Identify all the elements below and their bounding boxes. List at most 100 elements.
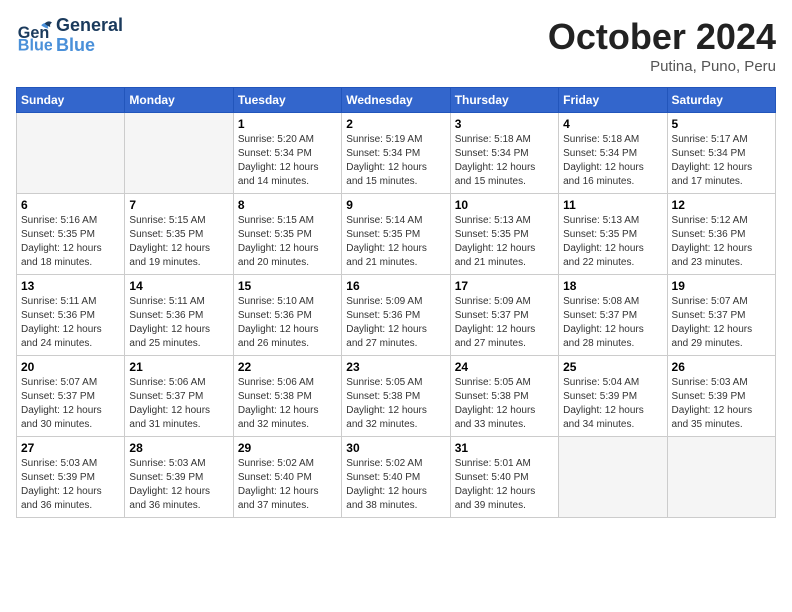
day-sun-info: Sunrise: 5:18 AMSunset: 5:34 PMDaylight:… — [563, 133, 662, 189]
calendar-cell: 14Sunrise: 5:11 AMSunset: 5:36 PMDayligh… — [125, 275, 233, 356]
day-sun-info: Sunrise: 5:09 AMSunset: 5:36 PMDaylight:… — [346, 295, 445, 351]
calendar-table: SundayMondayTuesdayWednesdayThursdayFrid… — [16, 87, 776, 518]
title-block: October 2024 Putina, Puno, Peru — [548, 16, 776, 75]
calendar-cell: 31 Sunrise: 5:01 AMSunset: 5:40 PMDayligh… — [450, 437, 558, 518]
day-sun-info: Sunrise: 5:15 AMSunset: 5:35 PMDaylight:… — [129, 214, 228, 270]
day-number: 16 — [346, 279, 445, 293]
day-number: 24 — [455, 360, 554, 374]
calendar-cell: 2 Sunrise: 5:19 AMSunset: 5:34 PMDaylight… — [342, 113, 450, 194]
calendar-cell: 17 Sunrise: 5:09 AMSunset: 5:37 PMDayligh… — [450, 275, 558, 356]
day-sun-info: Sunrise: 5:19 AMSunset: 5:34 PMDaylight:… — [346, 133, 445, 189]
day-sun-info: Sunrise: 5:20 AMSunset: 5:34 PMDaylight:… — [238, 133, 337, 189]
day-sun-info: Sunrise: 5:02 AMSunset: 5:40 PMDaylight:… — [238, 457, 337, 513]
day-sun-info: Sunrise: 5:12 AMSunset: 5:36 PMDaylight:… — [672, 214, 771, 270]
calendar-cell: 9Sunrise: 5:14 AMSunset: 5:35 PMDaylight… — [342, 194, 450, 275]
calendar-cell: 21Sunrise: 5:06 AMSunset: 5:37 PMDayligh… — [125, 356, 233, 437]
day-number: 13 — [21, 279, 120, 293]
logo: Gen Blue General Blue — [16, 16, 123, 56]
weekday-header-wednesday: Wednesday — [342, 88, 450, 113]
day-number: 3 — [455, 117, 554, 131]
calendar-cell — [559, 437, 667, 518]
calendar-cell: 29Sunrise: 5:02 AMSunset: 5:40 PMDayligh… — [233, 437, 341, 518]
day-sun-info: Sunrise: 5:04 AMSunset: 5:39 PMDaylight:… — [563, 376, 662, 432]
day-sun-info: Sunrise: 5:16 AMSunset: 5:35 PMDaylight:… — [21, 214, 120, 270]
calendar-cell: 19 Sunrise: 5:07 AMSunset: 5:37 PMDayligh… — [667, 275, 775, 356]
calendar-cell — [17, 113, 125, 194]
calendar-cell: 6Sunrise: 5:16 AMSunset: 5:35 PMDaylight… — [17, 194, 125, 275]
weekday-header-monday: Monday — [125, 88, 233, 113]
day-sun-info: Sunrise: 5:03 AMSunset: 5:39 PMDaylight:… — [21, 457, 120, 513]
weekday-header-friday: Friday — [559, 88, 667, 113]
svg-text:Blue: Blue — [18, 36, 52, 54]
calendar-cell: 1 Sunrise: 5:20 AMSunset: 5:34 PMDaylight… — [233, 113, 341, 194]
calendar-cell: 22 Sunrise: 5:06 AMSunset: 5:38 PMDayligh… — [233, 356, 341, 437]
day-number: 19 — [672, 279, 771, 293]
day-number: 30 — [346, 441, 445, 455]
location-subtitle: Putina, Puno, Peru — [548, 58, 776, 75]
calendar-cell: 13 Sunrise: 5:11 AMSunset: 5:36 PMDayligh… — [17, 275, 125, 356]
day-number: 27 — [21, 441, 120, 455]
day-number: 8 — [238, 198, 337, 212]
calendar-cell: 10Sunrise: 5:13 AMSunset: 5:35 PMDayligh… — [450, 194, 558, 275]
weekday-header-saturday: Saturday — [667, 88, 775, 113]
day-sun-info: Sunrise: 5:17 AMSunset: 5:34 PMDaylight:… — [672, 133, 771, 189]
day-sun-info: Sunrise: 5:05 AMSunset: 5:38 PMDaylight:… — [455, 376, 554, 432]
day-number: 11 — [563, 198, 662, 212]
month-title: October 2024 — [548, 16, 776, 58]
day-number: 1 — [238, 117, 337, 131]
calendar-cell — [125, 113, 233, 194]
calendar-week-row: 27 Sunrise: 5:03 AMSunset: 5:39 PMDayligh… — [17, 437, 776, 518]
day-number: 23 — [346, 360, 445, 374]
calendar-cell: 27 Sunrise: 5:03 AMSunset: 5:39 PMDayligh… — [17, 437, 125, 518]
calendar-cell: 25Sunrise: 5:04 AMSunset: 5:39 PMDayligh… — [559, 356, 667, 437]
day-sun-info: Sunrise: 5:05 AMSunset: 5:38 PMDaylight:… — [346, 376, 445, 432]
calendar-cell: 12 Sunrise: 5:12 AMSunset: 5:36 PMDayligh… — [667, 194, 775, 275]
calendar-cell: 18 Sunrise: 5:08 AMSunset: 5:37 PMDayligh… — [559, 275, 667, 356]
day-sun-info: Sunrise: 5:01 AMSunset: 5:40 PMDaylight:… — [455, 457, 554, 513]
logo-blue-text: Blue — [56, 36, 123, 56]
day-sun-info: Sunrise: 5:11 AMSunset: 5:36 PMDaylight:… — [21, 295, 120, 351]
day-sun-info: Sunrise: 5:03 AMSunset: 5:39 PMDaylight:… — [129, 457, 228, 513]
calendar-cell: 5 Sunrise: 5:17 AMSunset: 5:34 PMDaylight… — [667, 113, 775, 194]
day-sun-info: Sunrise: 5:10 AMSunset: 5:36 PMDaylight:… — [238, 295, 337, 351]
day-sun-info: Sunrise: 5:07 AMSunset: 5:37 PMDaylight:… — [672, 295, 771, 351]
day-sun-info: Sunrise: 5:18 AMSunset: 5:34 PMDaylight:… — [455, 133, 554, 189]
day-number: 7 — [129, 198, 228, 212]
calendar-cell: 7 Sunrise: 5:15 AMSunset: 5:35 PMDaylight… — [125, 194, 233, 275]
day-sun-info: Sunrise: 5:13 AMSunset: 5:35 PMDaylight:… — [455, 214, 554, 270]
day-number: 31 — [455, 441, 554, 455]
day-sun-info: Sunrise: 5:06 AMSunset: 5:38 PMDaylight:… — [238, 376, 337, 432]
calendar-week-row: 6Sunrise: 5:16 AMSunset: 5:35 PMDaylight… — [17, 194, 776, 275]
day-sun-info: Sunrise: 5:11 AMSunset: 5:36 PMDaylight:… — [129, 295, 228, 351]
day-number: 9 — [346, 198, 445, 212]
day-number: 20 — [21, 360, 120, 374]
day-number: 12 — [672, 198, 771, 212]
calendar-cell: 30 Sunrise: 5:02 AMSunset: 5:40 PMDayligh… — [342, 437, 450, 518]
day-number: 5 — [672, 117, 771, 131]
calendar-week-row: 20 Sunrise: 5:07 AMSunset: 5:37 PMDayligh… — [17, 356, 776, 437]
logo-general-text: General — [56, 16, 123, 36]
day-sun-info: Sunrise: 5:03 AMSunset: 5:39 PMDaylight:… — [672, 376, 771, 432]
weekday-header-tuesday: Tuesday — [233, 88, 341, 113]
day-number: 2 — [346, 117, 445, 131]
day-sun-info: Sunrise: 5:02 AMSunset: 5:40 PMDaylight:… — [346, 457, 445, 513]
calendar-cell: 8Sunrise: 5:15 AMSunset: 5:35 PMDaylight… — [233, 194, 341, 275]
calendar-week-row: 1 Sunrise: 5:20 AMSunset: 5:34 PMDaylight… — [17, 113, 776, 194]
calendar-cell: 20 Sunrise: 5:07 AMSunset: 5:37 PMDayligh… — [17, 356, 125, 437]
calendar-cell: 4Sunrise: 5:18 AMSunset: 5:34 PMDaylight… — [559, 113, 667, 194]
weekday-header-sunday: Sunday — [17, 88, 125, 113]
day-number: 18 — [563, 279, 662, 293]
calendar-cell: 28Sunrise: 5:03 AMSunset: 5:39 PMDayligh… — [125, 437, 233, 518]
day-sun-info: Sunrise: 5:09 AMSunset: 5:37 PMDaylight:… — [455, 295, 554, 351]
day-number: 17 — [455, 279, 554, 293]
day-number: 22 — [238, 360, 337, 374]
calendar-cell — [667, 437, 775, 518]
calendar-cell: 24 Sunrise: 5:05 AMSunset: 5:38 PMDayligh… — [450, 356, 558, 437]
day-sun-info: Sunrise: 5:07 AMSunset: 5:37 PMDaylight:… — [21, 376, 120, 432]
logo-text: General Blue — [56, 16, 123, 56]
calendar-cell: 16 Sunrise: 5:09 AMSunset: 5:36 PMDayligh… — [342, 275, 450, 356]
calendar-cell: 15Sunrise: 5:10 AMSunset: 5:36 PMDayligh… — [233, 275, 341, 356]
page-header: Gen Blue General Blue October 2024 Putin… — [16, 16, 776, 75]
day-number: 26 — [672, 360, 771, 374]
day-sun-info: Sunrise: 5:08 AMSunset: 5:37 PMDaylight:… — [563, 295, 662, 351]
